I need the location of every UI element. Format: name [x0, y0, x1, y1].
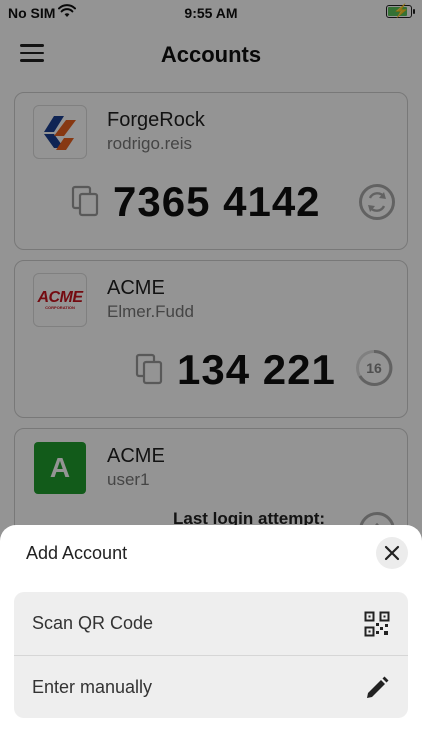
close-icon	[384, 545, 400, 561]
option-label: Scan QR Code	[32, 613, 154, 633]
option-label: Enter manually	[32, 677, 153, 697]
scan-qr-code-option[interactable]: Scan QR Code	[14, 592, 408, 655]
add-account-sheet: Add Account Scan QR Code Enter manually	[0, 525, 422, 750]
sheet-title: Add Account	[26, 543, 128, 563]
close-button[interactable]	[376, 537, 408, 569]
qr-code-icon	[364, 611, 390, 637]
enter-manually-option[interactable]: Enter manually	[14, 655, 408, 718]
pencil-icon	[367, 676, 389, 698]
add-account-options: Scan QR Code Enter manually	[14, 592, 408, 718]
